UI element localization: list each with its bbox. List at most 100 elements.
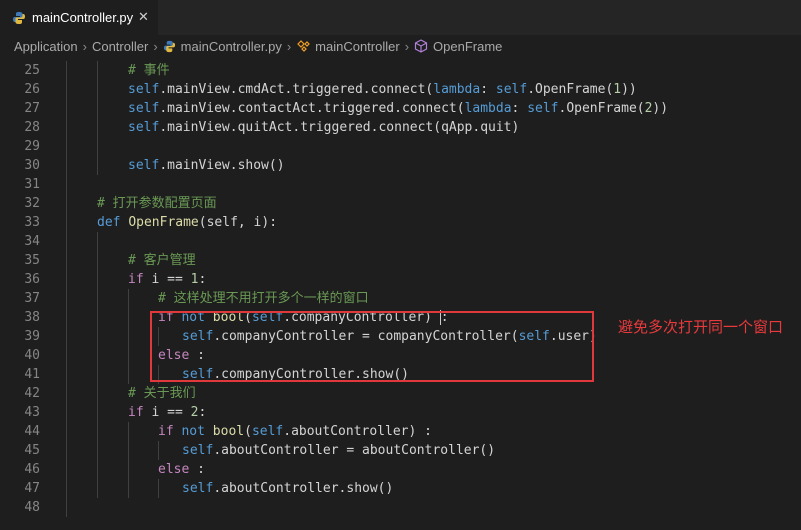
code-line[interactable]: 33 def OpenFrame(self, i): [0,213,801,232]
code-line[interactable]: 42 # 关于我们 [0,384,801,403]
code-token: .mainView.quitAct.triggered.connect(qApp… [159,120,520,135]
code-line[interactable]: 34 [0,232,801,251]
breadcrumb-file[interactable]: mainController.py [181,39,282,54]
breadcrumb-controller[interactable]: Controller [92,39,148,54]
code-line[interactable]: 26 self.mainView.cmdAct.triggered.connect… [0,80,801,99]
code-token: (self, i): [198,215,278,230]
code-line[interactable]: 48 [0,498,801,517]
python-file-icon [13,11,25,24]
code-line[interactable]: 29 [0,137,801,156]
indent-guide [97,61,98,80]
code-text: self.aboutController = aboutController() [182,441,495,460]
indent-guide [66,479,67,498]
indent-guide [97,118,98,137]
code-token: self [251,424,284,439]
breadcrumb-class[interactable]: mainController [315,39,400,54]
line-number: 32 [24,196,40,211]
code-line[interactable]: 36 if i == 1: [0,270,801,289]
code-token: self [128,120,160,135]
line-number: 35 [24,253,40,268]
code-token: .aboutController = aboutController() [213,443,496,458]
code-line[interactable]: 43 if i == 2: [0,403,801,422]
code-token: OpenFrame [128,215,199,230]
code-line[interactable]: 32 # 打开参数配置页面 [0,194,801,213]
line-number: 45 [24,443,40,458]
indent-guide [66,384,67,403]
python-file-icon [163,40,175,52]
line-number: 34 [24,234,40,249]
code-token: i == [151,272,191,287]
line-number: 31 [24,177,40,192]
code-line[interactable]: 30 self.mainView.show() [0,156,801,175]
indent-guide [66,308,67,327]
indent-guide [66,232,67,251]
code-editor[interactable]: 25 # 事件 26 self.mainView.cmdAct.triggered.c… [0,61,801,530]
code-line[interactable]: 28 self.mainView.quitAct.triggered.connec… [0,118,801,137]
code-token: self [527,101,559,116]
class-symbol-icon [297,39,311,52]
indent-guide [66,80,67,99]
code-token: : [480,82,496,97]
indent-guide [66,498,67,517]
code-line[interactable]: 46 else : [0,460,801,479]
code-line[interactable]: 37 # 这样处理不用打开多个一样的窗口 [0,289,801,308]
indent-guide [66,289,67,308]
breadcrumb-method[interactable]: OpenFrame [433,39,502,54]
indent-guide [128,365,129,384]
code-text: # 关于我们 [128,384,196,403]
indent-guide [97,422,98,441]
code-token: : [511,101,528,116]
line-number: 39 [24,329,40,344]
code-line[interactable]: 35 # 客户管理 [0,251,801,270]
indent-guide [66,99,67,118]
close-tab-icon[interactable]: ✕ [138,9,149,25]
indent-guide [66,175,67,194]
line-number: 28 [24,120,40,135]
code-token: )) [621,82,637,97]
code-line[interactable]: 31 [0,175,801,194]
line-number: 47 [24,481,40,496]
indent-guide [128,460,129,479]
tab-maincontroller[interactable]: mainController.py ✕ [0,0,158,35]
indent-guide [97,365,98,384]
breadcrumb-application[interactable]: Application [14,39,78,54]
line-number: 46 [24,462,40,477]
code-token: self [495,82,528,97]
indent-guide [97,80,98,99]
code-token: self [128,82,160,97]
code-line[interactable]: 47 self.aboutController.show() [0,479,801,498]
line-number: 30 [24,158,40,173]
line-number: 42 [24,386,40,401]
code-token: # 打开参数配置页面 [97,196,217,211]
indent-guide [66,137,67,156]
code-token: 1 [613,82,622,97]
code-line[interactable]: 25 # 事件 [0,61,801,80]
indent-guide [97,460,98,479]
tab-label: mainController.py [32,10,134,25]
indent-guide [66,346,67,365]
code-token: if [158,424,182,439]
code-line[interactable]: 27 self.mainView.contactAct.triggered.con… [0,99,801,118]
indent-guide [128,327,129,346]
code-token: : [197,462,205,477]
line-number: 40 [24,348,40,363]
code-token: .mainView.contactAct.triggered.connect( [159,101,465,116]
code-text: # 事件 [128,61,170,80]
code-line[interactable]: 45 self.aboutController = aboutController… [0,441,801,460]
code-token: i == [151,405,191,420]
code-line[interactable]: 44 if not bool(self.aboutController) : [0,422,801,441]
code-token: lambda [464,101,512,116]
indent-guide [66,327,67,346]
method-cube-icon [414,39,428,53]
code-text: # 客户管理 [128,251,196,270]
code-token: : [198,272,207,287]
code-token: ( [244,424,252,439]
line-number: 41 [24,367,40,382]
line-number: 37 [24,291,40,306]
indent-guide [66,441,67,460]
code-token: .aboutController) : [283,424,432,439]
code-token: # 事件 [128,63,170,78]
code-text: if i == 2: [128,403,206,422]
indent-guide [97,251,98,270]
code-token: self [182,443,214,458]
